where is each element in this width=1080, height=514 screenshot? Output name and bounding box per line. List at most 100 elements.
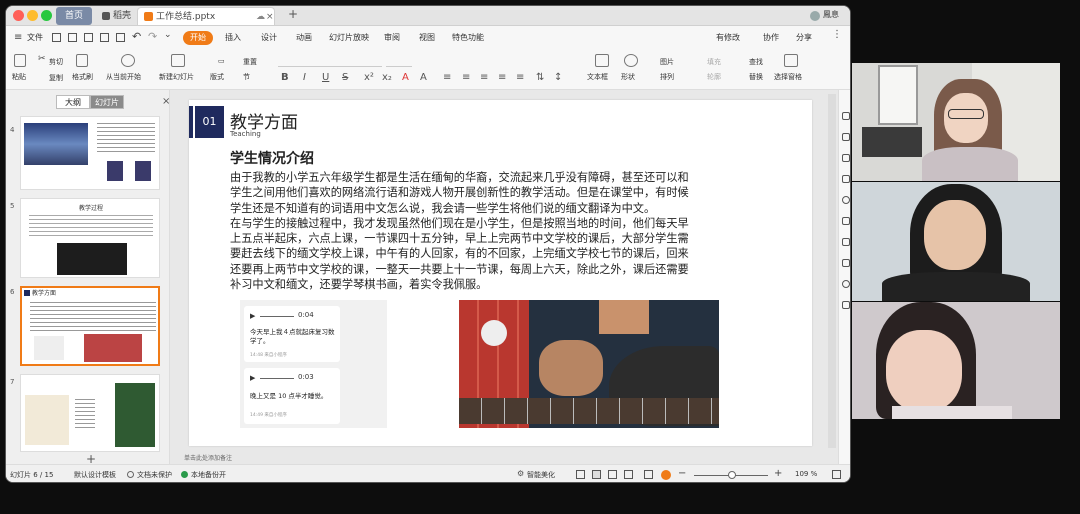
print-icon[interactable] [84,33,93,42]
preview-icon[interactable] [100,33,109,42]
replace-button[interactable]: 替换 [749,72,763,82]
voice-message-1[interactable]: ▶ 0:04 今天早上我４点就起床复习数学了。 14:48 来自小程序 [244,306,340,362]
slide-heading[interactable]: 学生情况介绍 [230,148,314,168]
video-tile-participant-1[interactable] [852,63,1060,181]
zoom-slider-handle[interactable] [728,471,736,479]
protection-status[interactable]: 文档未保护 [137,470,172,480]
avatar[interactable] [810,11,820,21]
menu-slideshow[interactable]: 幻灯片放映 [329,31,369,45]
maximize-window-icon[interactable] [41,10,52,21]
hamburger-icon[interactable]: ≡ [14,32,22,43]
audio-progress[interactable] [260,316,294,317]
fill-button[interactable]: 填充 [707,57,721,67]
menu-insert[interactable]: 插入 [225,31,241,45]
template-name[interactable]: 默认设计模板 [74,470,116,480]
history-icon[interactable] [842,280,850,288]
textbox-button[interactable]: 文本框 [587,72,608,82]
menu-view[interactable]: 视图 [419,31,435,45]
redo-icon[interactable]: ↷ [148,30,157,43]
strikethrough-icon[interactable]: S [342,72,348,83]
audio-progress[interactable] [260,378,294,379]
student-guitar-photo[interactable] [459,300,719,428]
voice-message-2[interactable]: ▶ 0:03 晚上又是 10 点半才睡觉。 14:49 来自小程序 [244,368,340,424]
textbox-icon[interactable] [595,54,609,67]
underline-icon[interactable]: U [322,72,329,83]
superscript-icon[interactable]: x² [364,72,374,83]
tab-document[interactable]: 工作总结.pptx ☁ × [137,7,275,25]
paste-button[interactable]: 粘贴 [12,72,26,82]
align-left-icon[interactable]: ≡ [443,72,451,83]
select-pane-button[interactable]: 选择窗格 [774,72,802,82]
beautify-button[interactable]: 智能美化 [527,470,555,480]
fit-window-icon[interactable] [832,470,841,479]
tab-slides[interactable]: 幻灯片 [90,95,124,109]
slide-thumbnail-7[interactable] [20,374,160,452]
slide[interactable]: 01 教学方面 Teaching 学生情况介绍 由于我教的小学五六年级学生都是生… [189,100,812,446]
distribute-icon[interactable]: ≡ [516,72,524,83]
slide-thumbnail-5[interactable]: 教学过程 [20,198,160,278]
menu-design[interactable]: 设计 [261,31,277,45]
pin-icon[interactable] [842,238,850,246]
zoom-level[interactable]: 109 % [795,470,817,478]
vertical-scrollbar[interactable] [828,94,836,448]
video-tile-participant-2[interactable] [852,182,1060,301]
more-icon[interactable]: ⌄ [164,30,172,40]
format-painter-button[interactable]: 格式刷 [72,72,93,82]
menu-share[interactable]: 分享 [796,31,812,45]
new-slide-icon[interactable] [171,54,185,67]
zoom-out-icon[interactable]: − [678,468,686,479]
notes-toggle-icon[interactable] [576,470,585,479]
bold-icon[interactable]: B [281,72,289,83]
close-tab-icon[interactable]: × [266,8,274,25]
subscript-icon[interactable]: x₂ [382,72,392,83]
animation-icon[interactable] [842,154,850,162]
slide-subtitle[interactable]: Teaching [230,130,261,138]
italic-icon[interactable]: I [303,72,306,83]
slide-thumbnail-6[interactable]: 教学方面 [20,286,160,366]
outline-button[interactable]: 轮廓 [707,72,721,82]
menu-start[interactable]: 开始 [183,31,213,45]
tab-outline[interactable]: 大纲 [56,95,90,109]
menu-file[interactable]: 文件 [27,31,43,45]
cut-button[interactable]: 剪切 [49,57,63,67]
save-icon[interactable] [52,33,61,42]
tab-home[interactable]: 首页 [56,7,92,25]
new-slide-button[interactable]: 新建幻灯片 [159,72,194,82]
align-right-icon[interactable]: ≡ [480,72,488,83]
more-options-icon[interactable]: ⋮ [832,29,842,40]
style-icon[interactable] [842,133,850,141]
normal-view-icon[interactable] [592,470,601,479]
menu-modified[interactable]: 有修改 [716,31,740,45]
close-window-icon[interactable] [13,10,24,21]
reset-button[interactable]: 重置 [243,57,257,67]
select-pane-icon[interactable] [784,54,798,67]
video-tile-participant-3[interactable] [852,302,1060,419]
menu-review[interactable]: 审阅 [384,31,400,45]
undo-icon[interactable]: ↶ [132,30,141,43]
find-button[interactable]: 查找 [749,57,763,67]
shape-icon[interactable] [624,54,638,67]
text-direction-icon[interactable]: ⇅ [536,72,544,83]
minimize-window-icon[interactable] [27,10,38,21]
arrange-button[interactable]: 排列 [660,72,674,82]
layers-icon[interactable] [842,217,850,225]
zoom-in-icon[interactable]: + [774,468,782,479]
play-icon[interactable]: ▶ [250,374,255,382]
menu-special[interactable]: 特色功能 [452,31,484,45]
slide-thumbnail-4[interactable] [20,116,160,190]
play-icon[interactable]: ▶ [250,312,255,320]
tab-docer[interactable]: 稻壳 [96,7,138,25]
reading-view-icon[interactable] [624,470,633,479]
image-icon[interactable] [842,301,850,309]
line-spacing-icon[interactable]: ↕ [554,72,562,83]
play-slideshow-icon[interactable] [661,470,671,480]
fullscreen-view-icon[interactable] [644,470,653,479]
copy-button[interactable]: 复制 [49,73,63,83]
paste-icon[interactable] [14,54,26,67]
highlight-icon[interactable]: A [402,72,409,83]
layout-icon[interactable]: ▭ [218,57,225,65]
export-icon[interactable] [68,33,77,42]
color-icon[interactable] [842,196,850,204]
play-from-current-button[interactable]: 从当前开始 [106,72,141,82]
menu-animation[interactable]: 动画 [296,31,312,45]
